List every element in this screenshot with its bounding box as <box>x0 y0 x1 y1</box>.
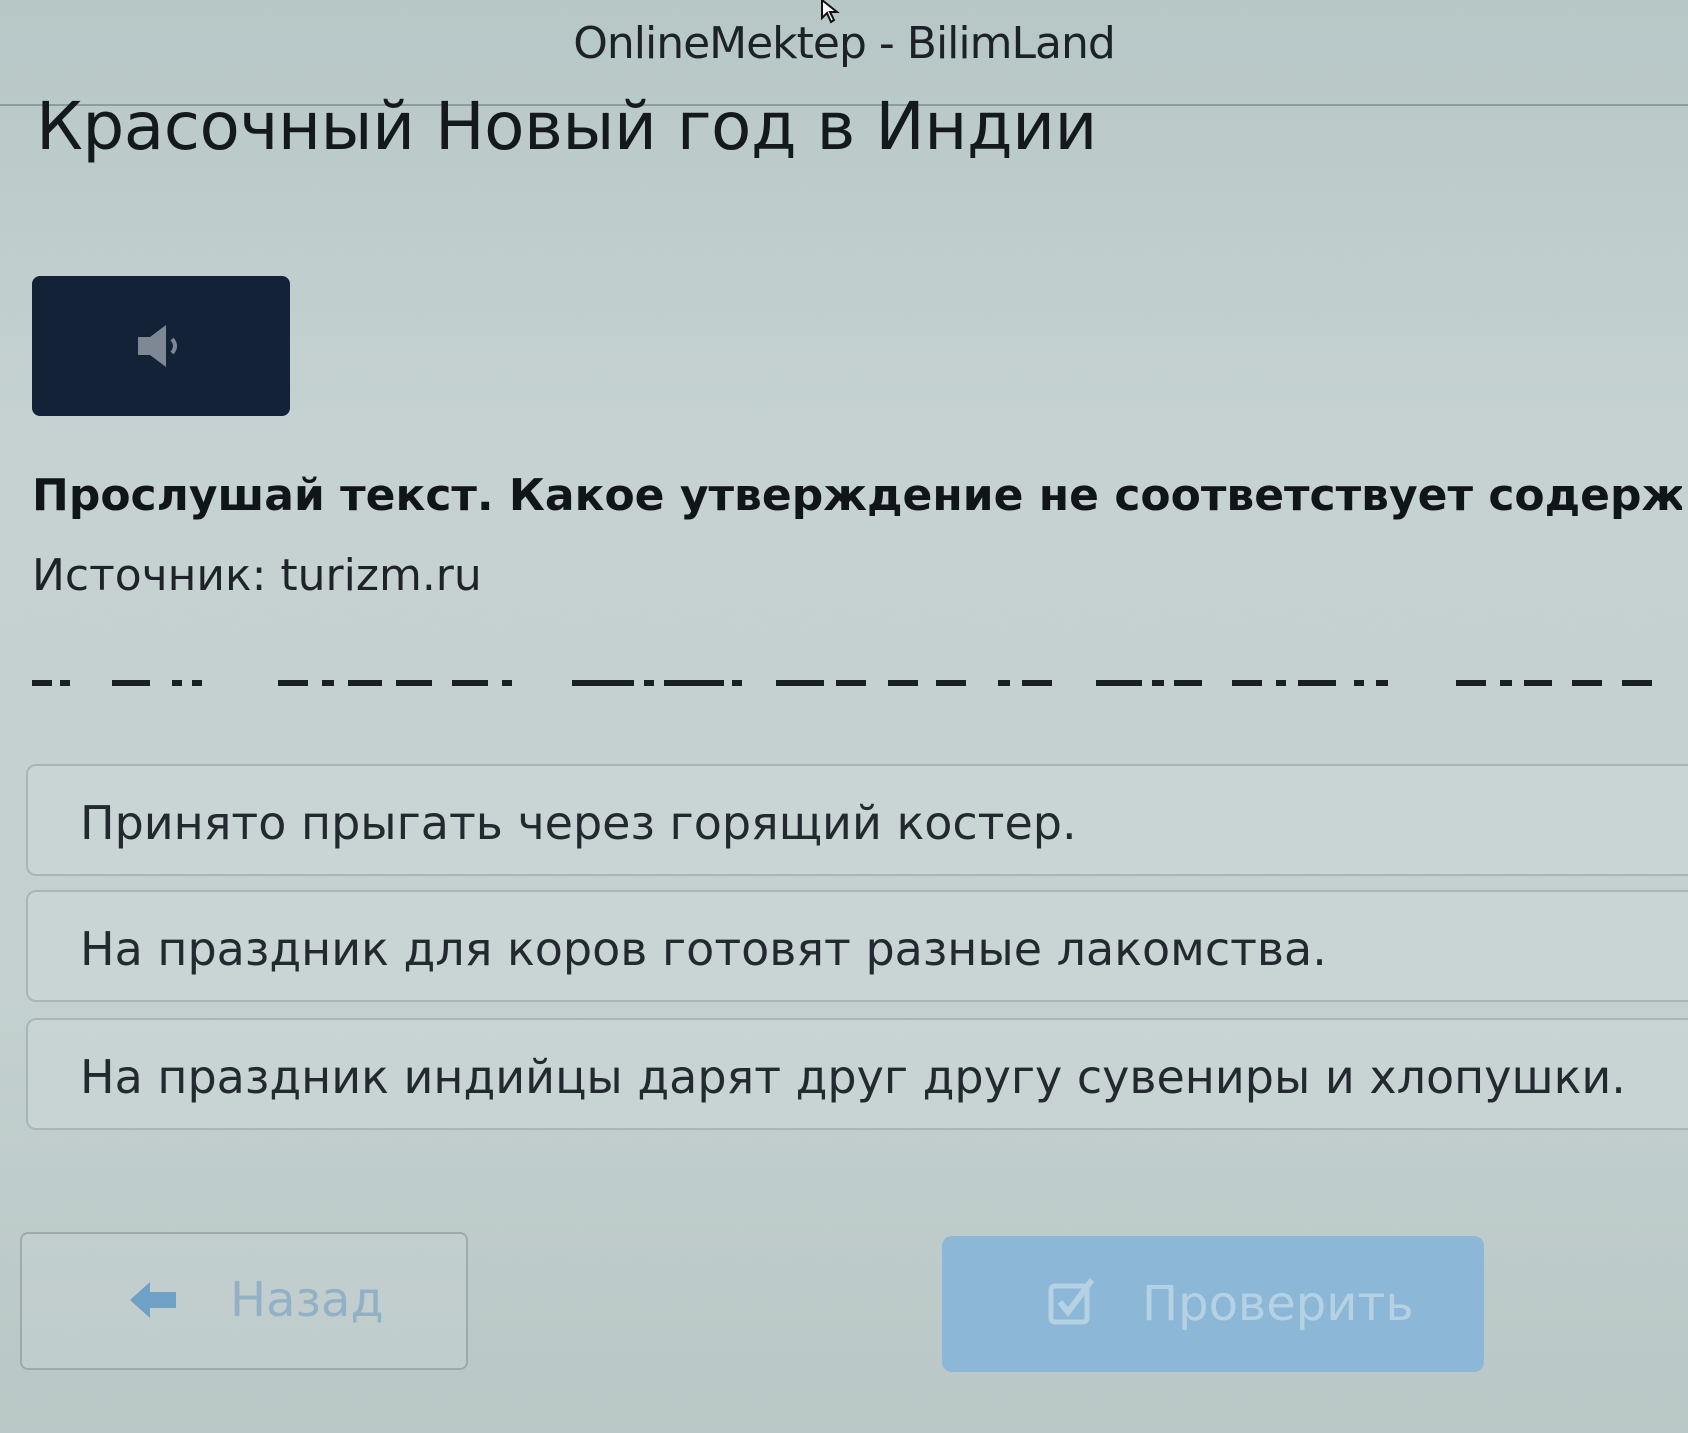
source-text: Источник: turizm.ru <box>32 550 482 601</box>
play-audio-button[interactable] <box>32 276 290 416</box>
answer-option-label: На праздник для коров готовят разные лак… <box>80 922 1327 976</box>
check-button-label: Проверить <box>1142 1276 1414 1332</box>
answer-blank-line <box>32 680 1652 686</box>
answer-option-label: Принято прыгать через горящий костер. <box>80 796 1077 850</box>
app-title: OnlineMektep - BilimLand <box>573 18 1116 69</box>
speaker-icon <box>138 325 177 367</box>
window-titlebar: OnlineMektep - BilimLand <box>0 0 1688 100</box>
arrow-left-icon <box>130 1282 176 1318</box>
answer-option[interactable]: На праздник для коров готовят разные лак… <box>26 890 1688 1002</box>
answer-option-label: На праздник индийцы дарят друг другу сув… <box>80 1050 1626 1104</box>
answer-option[interactable]: На праздник индийцы дарят друг другу сув… <box>26 1018 1688 1130</box>
page-title: Красочный Новый год в Индии <box>36 88 1097 165</box>
back-button-label: Назад <box>230 1272 384 1328</box>
answer-option[interactable]: Принято прыгать через горящий костер. <box>26 764 1688 876</box>
check-button[interactable]: Проверить <box>942 1236 1484 1372</box>
checkbox-check-icon <box>1048 1278 1095 1325</box>
question-text: Прослушай текст. Какое утверждение не со… <box>32 470 1682 521</box>
back-button[interactable]: Назад <box>20 1232 468 1370</box>
